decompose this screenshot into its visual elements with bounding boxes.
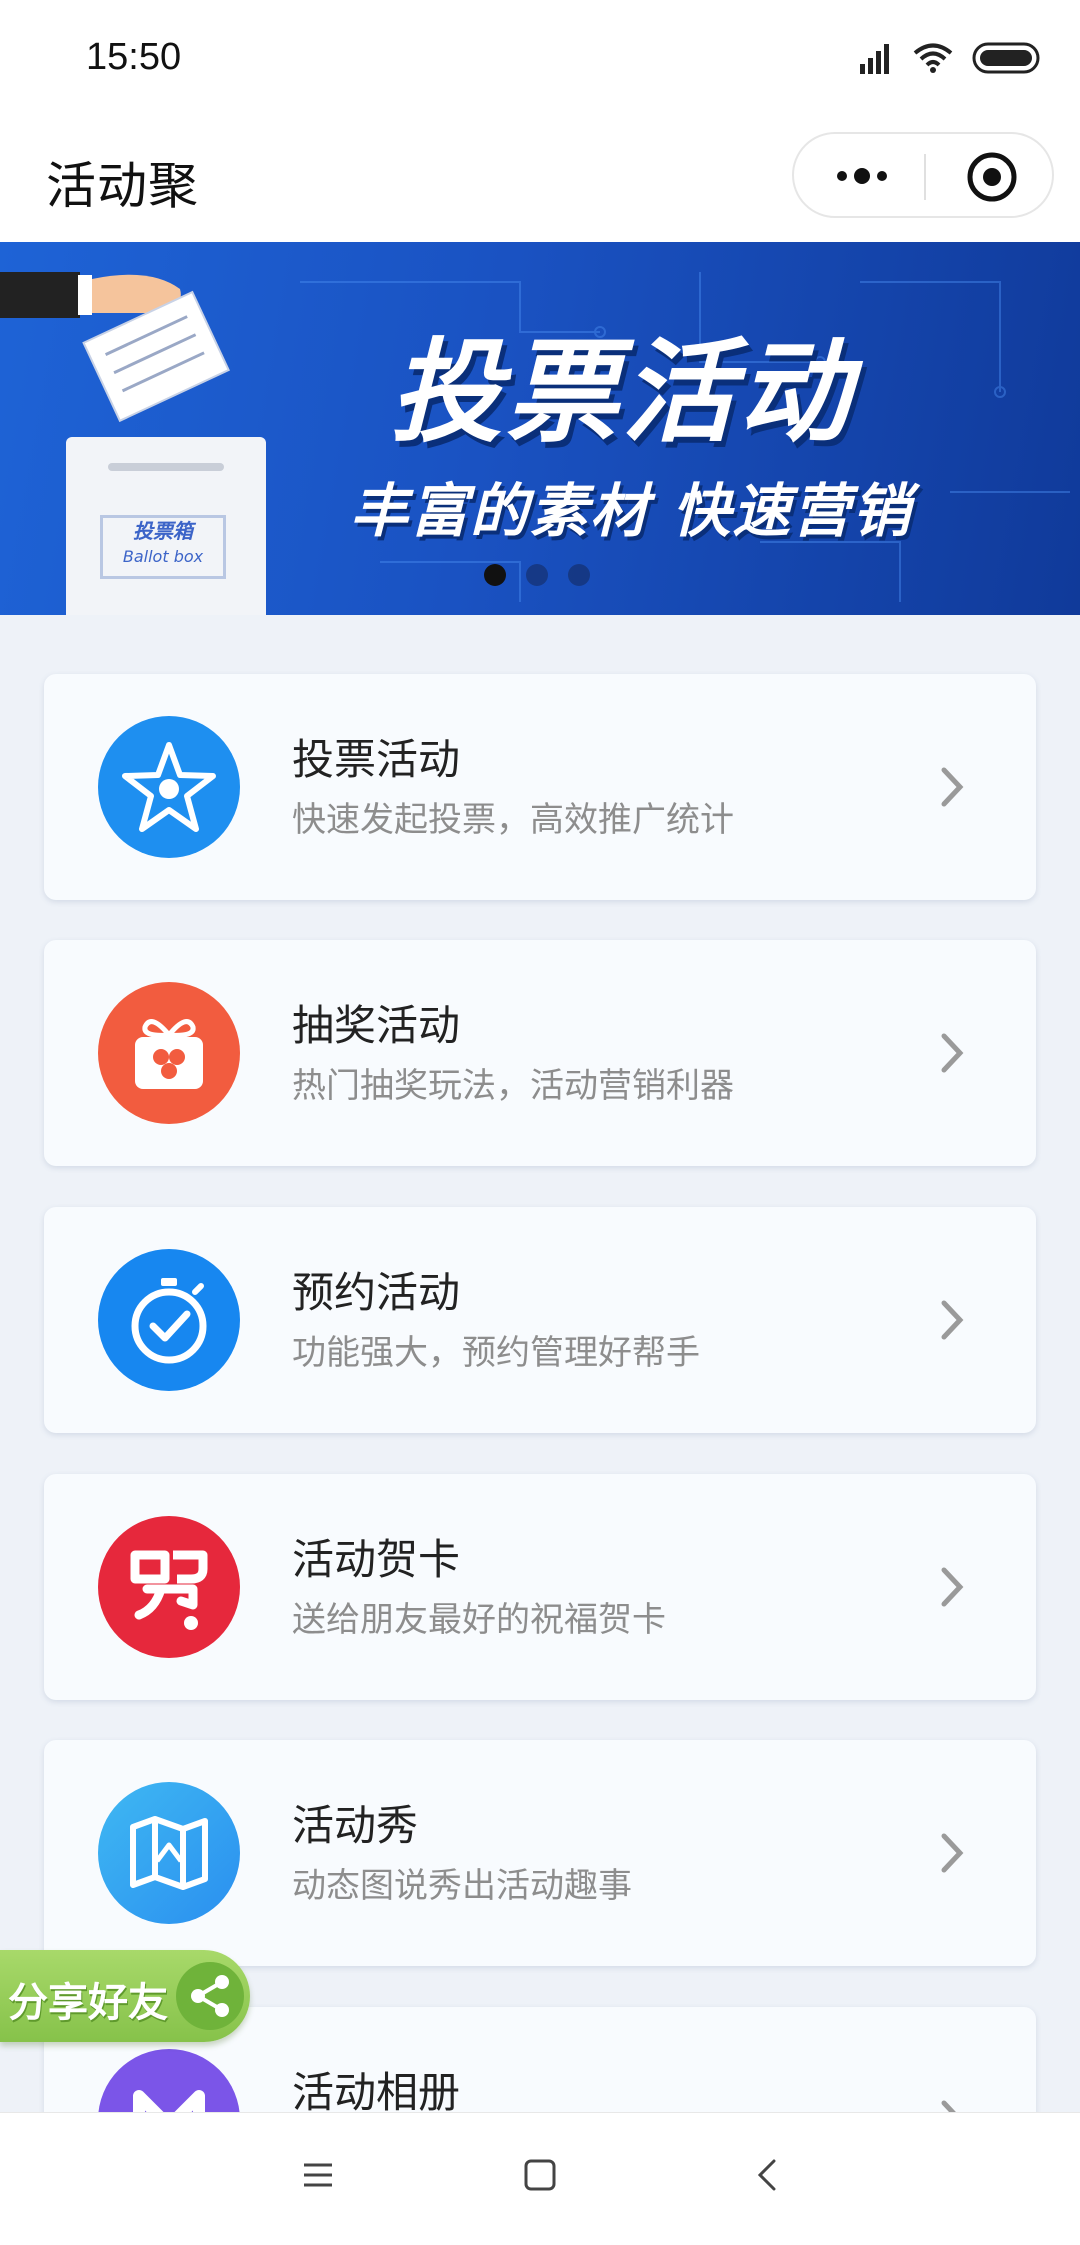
carousel-dot-2[interactable] [526,564,548,586]
ballot-box-label-en: Ballot box [122,547,204,566]
card-title: 抽奖活动 [292,1001,461,1050]
nav-bar: 活动聚 [0,118,1080,242]
carousel-dot-3[interactable] [568,564,590,586]
system-navigation-bar [0,2112,1080,2245]
share-friends-button[interactable]: 分享好友 [0,1950,250,2042]
mini-program-capsule [792,132,1054,218]
more-icon[interactable] [832,156,892,196]
card-booking-activity[interactable]: 预约活动 功能强大，预约管理好帮手 [44,1207,1036,1433]
page-title: 活动聚 [46,157,199,215]
card-desc: 动态图说秀出活动趣事 [292,1866,632,1906]
close-target-icon[interactable] [966,151,1018,203]
card-title: 活动秀 [292,1801,419,1850]
card-activity-show[interactable]: 活动秀 动态图说秀出活动趣事 [44,1740,1036,1966]
banner-title: 投票活动 [390,328,854,458]
home-icon[interactable] [522,2157,558,2193]
hand-with-ballot-illustration [0,272,230,423]
menu-icon[interactable] [300,2157,336,2193]
ballot-box-label: 投票箱 Ballot box [100,515,226,579]
vote-star-icon [98,716,240,858]
chevron-right-icon [941,1567,964,1607]
card-title: 活动相册 [292,2068,461,2117]
capsule-divider [924,154,926,200]
card-desc: 快速发起投票，高效推广统计 [292,800,734,840]
status-time: 15:50 [86,36,182,78]
card-desc: 热门抽奖玩法，活动营销利器 [292,1066,734,1106]
stopwatch-check-icon [98,1249,240,1391]
signal-icon [860,44,889,74]
card-title: 投票活动 [292,735,461,784]
share-icon [176,1962,244,2030]
ballot-box-label-cn: 投票箱 [133,519,193,543]
status-icons [858,38,1042,78]
map-icon [98,1782,240,1924]
card-title: 预约活动 [292,1268,461,1317]
battery-icon [972,42,1040,74]
wifi-icon [913,43,953,73]
carousel-indicator [484,564,590,586]
ballot-slot [108,463,224,471]
banner-subtitle: 丰富的素材 快速营销 [350,477,913,545]
chevron-right-icon [941,767,964,807]
card-desc: 送给朋友最好的祝福贺卡 [292,1600,666,1640]
chevron-right-icon [941,1833,964,1873]
status-bar: 15:50 [0,0,1080,118]
chevron-right-icon [941,1300,964,1340]
chevron-right-icon [941,1033,964,1073]
greeting-he-icon [98,1516,240,1658]
carousel-dot-1[interactable] [484,564,506,586]
card-title: 活动贺卡 [292,1535,461,1584]
back-icon[interactable] [750,2157,786,2193]
gift-icon [98,982,240,1124]
card-vote-activity[interactable]: 投票活动 快速发起投票，高效推广统计 [44,674,1036,900]
share-label: 分享好友 [8,1980,168,2026]
ballot-box-illustration: 投票箱 Ballot box [66,437,266,615]
card-lottery-activity[interactable]: 抽奖活动 热门抽奖玩法，活动营销利器 [44,940,1036,1166]
card-greeting-card[interactable]: 活动贺卡 送给朋友最好的祝福贺卡 [44,1474,1036,1700]
banner-carousel[interactable]: 投票箱 Ballot box 投票活动 丰富的素材 快速营销 [0,242,1080,615]
card-desc: 功能强大，预约管理好帮手 [292,1333,700,1373]
